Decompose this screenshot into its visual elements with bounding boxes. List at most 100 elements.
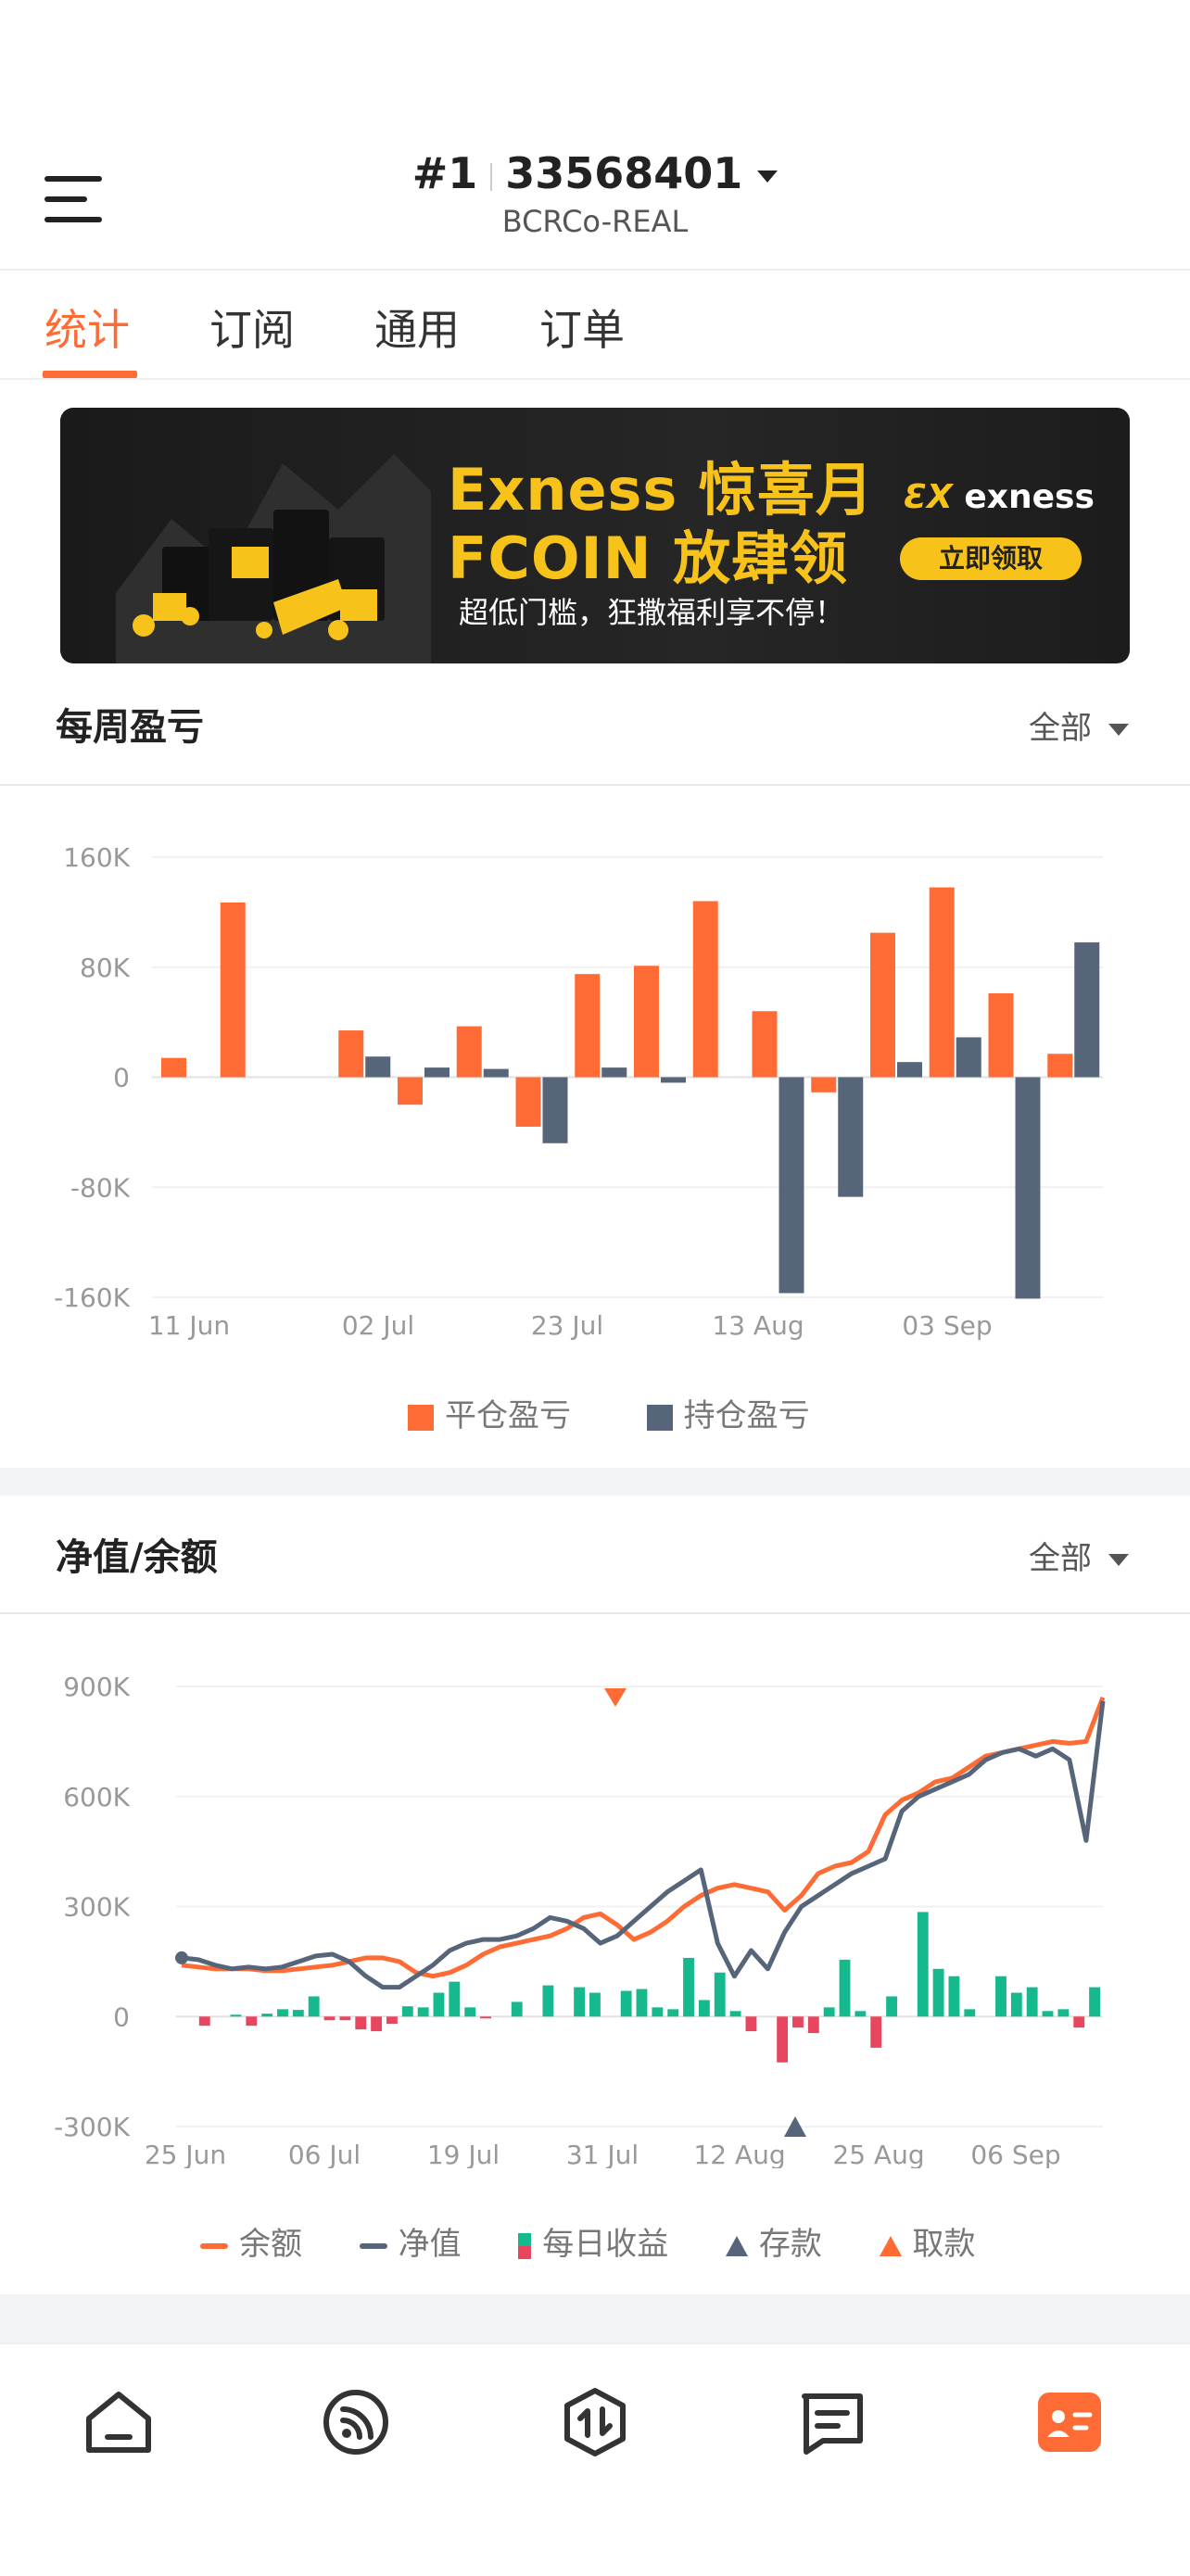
daily-profit-bar	[855, 2011, 867, 2017]
daily-profit-bar	[683, 1957, 694, 2017]
withdraw-marker	[604, 1688, 627, 1707]
legend-balance[interactable]: 余额	[239, 2226, 302, 2263]
daily-profit-bar	[714, 1972, 726, 2017]
x-tick-label: 25 Jun	[145, 2140, 226, 2168]
chevron-down-icon	[1108, 1554, 1129, 1566]
signal-feed-icon[interactable]	[319, 2385, 393, 2459]
open-pnl-bar	[838, 1077, 864, 1197]
daily-profit-bar	[917, 1912, 929, 2017]
claim-button[interactable]: 立即领取	[900, 537, 1082, 580]
daily-profit-bar	[261, 2014, 273, 2017]
open-pnl-bar	[897, 1062, 922, 1078]
daily-profit-bar	[1026, 1987, 1038, 2017]
tab-statistics[interactable]: 统计	[44, 297, 130, 358]
daily-profit-bar	[620, 1990, 632, 2017]
daily-loss-bar	[371, 2016, 383, 2032]
active-tab-indicator	[43, 371, 137, 378]
account-switcher[interactable]: #1 33568401 BCRCo-REAL	[0, 148, 1190, 239]
daily-profit-bar	[230, 2014, 242, 2017]
tab-general[interactable]: 通用	[374, 297, 460, 358]
y-tick-label: -300K	[54, 2112, 131, 2142]
y-tick-label: -160K	[54, 1282, 131, 1313]
home-icon[interactable]	[82, 2385, 156, 2459]
promo-banner[interactable]: Exness 惊喜月 FCOIN 放肆领 超低门槛，狂撒福利享不停！ ƐX ex…	[60, 408, 1130, 663]
weekly-pnl-title: 每周盈亏	[56, 706, 204, 749]
closed-pnl-bar	[161, 1057, 186, 1078]
legend-withdraw[interactable]: 取款	[913, 2226, 976, 2263]
exness-logo: ƐX exness	[904, 478, 1095, 516]
daily-loss-bar	[792, 2016, 804, 2028]
legend-daily-profit[interactable]: 每日收益	[542, 2226, 668, 2263]
tab-bar: 统计 订阅 通用 订单	[0, 271, 1190, 380]
closed-pnl-bar	[456, 1026, 482, 1078]
legend-open-pnl[interactable]: 持仓盈亏	[684, 1397, 810, 1434]
x-tick-label: 06 Sep	[970, 2140, 1060, 2168]
x-tick-label: 06 Jul	[288, 2140, 361, 2168]
daily-loss-bar	[198, 2016, 210, 2027]
open-pnl-swatch	[646, 1404, 673, 1431]
equity-balance-chart: 900K 600K 300K 0 -300K 25 Jun 06 Jul 19 Jul 31 J…	[54, 1672, 1106, 2168]
closed-pnl-bar	[870, 932, 895, 1078]
y-tick-label: 600K	[63, 1782, 130, 1812]
daily-profit-bar	[886, 1996, 897, 2017]
daily-loss-bar	[1073, 2016, 1085, 2028]
closed-pnl-bar	[338, 1030, 364, 1078]
message-icon[interactable]	[795, 2385, 869, 2459]
daily-loss-bar	[386, 2016, 398, 2025]
daily-profit-bar	[964, 2009, 976, 2017]
section-divider	[0, 1612, 1190, 1614]
open-pnl-bar	[956, 1037, 981, 1078]
closed-pnl-bar	[929, 887, 955, 1078]
daily-loss-bar	[870, 2016, 882, 2048]
legend-closed-pnl[interactable]: 平仓盈亏	[445, 1397, 571, 1434]
weekly-pnl-filter[interactable]: 全部	[1029, 702, 1129, 748]
daily-profit-bar	[1089, 1987, 1100, 2017]
legend-deposit[interactable]: 存款	[759, 2226, 822, 2263]
banner-subline: 超低门槛，狂撒福利享不停！	[459, 595, 845, 630]
x-tick-label: 03 Sep	[902, 1310, 992, 1341]
legend-equity[interactable]: 净值	[399, 2226, 462, 2263]
equity-balance-title: 净值/余额	[56, 1536, 218, 1579]
open-pnl-bar	[542, 1077, 568, 1143]
tab-subscribe[interactable]: 订阅	[209, 297, 295, 358]
gift-bags-illustration	[116, 454, 431, 663]
chevron-down-icon	[1108, 724, 1129, 736]
daily-profit-bar	[729, 2011, 741, 2017]
daily-profit-bar	[449, 1981, 461, 2017]
bottom-nav	[0, 2342, 1190, 2576]
y-tick-label: 0	[113, 2001, 130, 2032]
y-tick-label: 0	[113, 1063, 130, 1093]
daily-loss-bar	[480, 2016, 491, 2019]
tab-orders[interactable]: 订单	[539, 297, 625, 358]
daily-profit-bar	[636, 1989, 648, 2017]
withdraw-triangle-icon	[879, 2235, 902, 2256]
open-pnl-bar	[779, 1077, 804, 1294]
x-tick-label: 23 Jul	[531, 1310, 603, 1341]
daily-profit-bar	[1042, 2011, 1054, 2017]
y-tick-label: 900K	[63, 1672, 130, 1702]
daily-loss-bar	[745, 2016, 757, 2032]
daily-profit-bar	[277, 2009, 288, 2017]
profile-card-icon[interactable]	[1032, 2385, 1107, 2459]
x-tick-label: 12 Aug	[693, 2140, 785, 2168]
daily-profit-bar	[511, 2001, 523, 2017]
trade-icon[interactable]	[558, 2385, 632, 2459]
x-tick-label: 31 Jul	[566, 2140, 639, 2168]
equity-line	[181, 1700, 1106, 1990]
closed-pnl-bar	[811, 1077, 837, 1092]
x-tick-label: 19 Jul	[427, 2140, 500, 2168]
y-tick-label: 80K	[80, 953, 131, 983]
closed-pnl-bar	[988, 992, 1014, 1078]
closed-pnl-bar	[634, 966, 659, 1078]
daily-loss-bar	[807, 2016, 819, 2034]
open-pnl-bar	[661, 1077, 686, 1083]
weekly-pnl-chart: 160K 80K 0 -80K -160K 11 Jun 02 Jul 23 Jul 13 Au…	[54, 842, 1103, 1341]
daily-profit-bar	[574, 1987, 586, 2017]
y-tick-label: -80K	[70, 1172, 131, 1203]
daily-loss-bar	[355, 2016, 367, 2030]
equity-balance-filter[interactable]: 全部	[1029, 1533, 1129, 1578]
daily-profit-bar	[652, 2007, 664, 2017]
x-tick-label: 02 Jul	[342, 1310, 414, 1341]
closed-pnl-swatch	[408, 1404, 434, 1431]
start-point	[175, 1951, 188, 1964]
